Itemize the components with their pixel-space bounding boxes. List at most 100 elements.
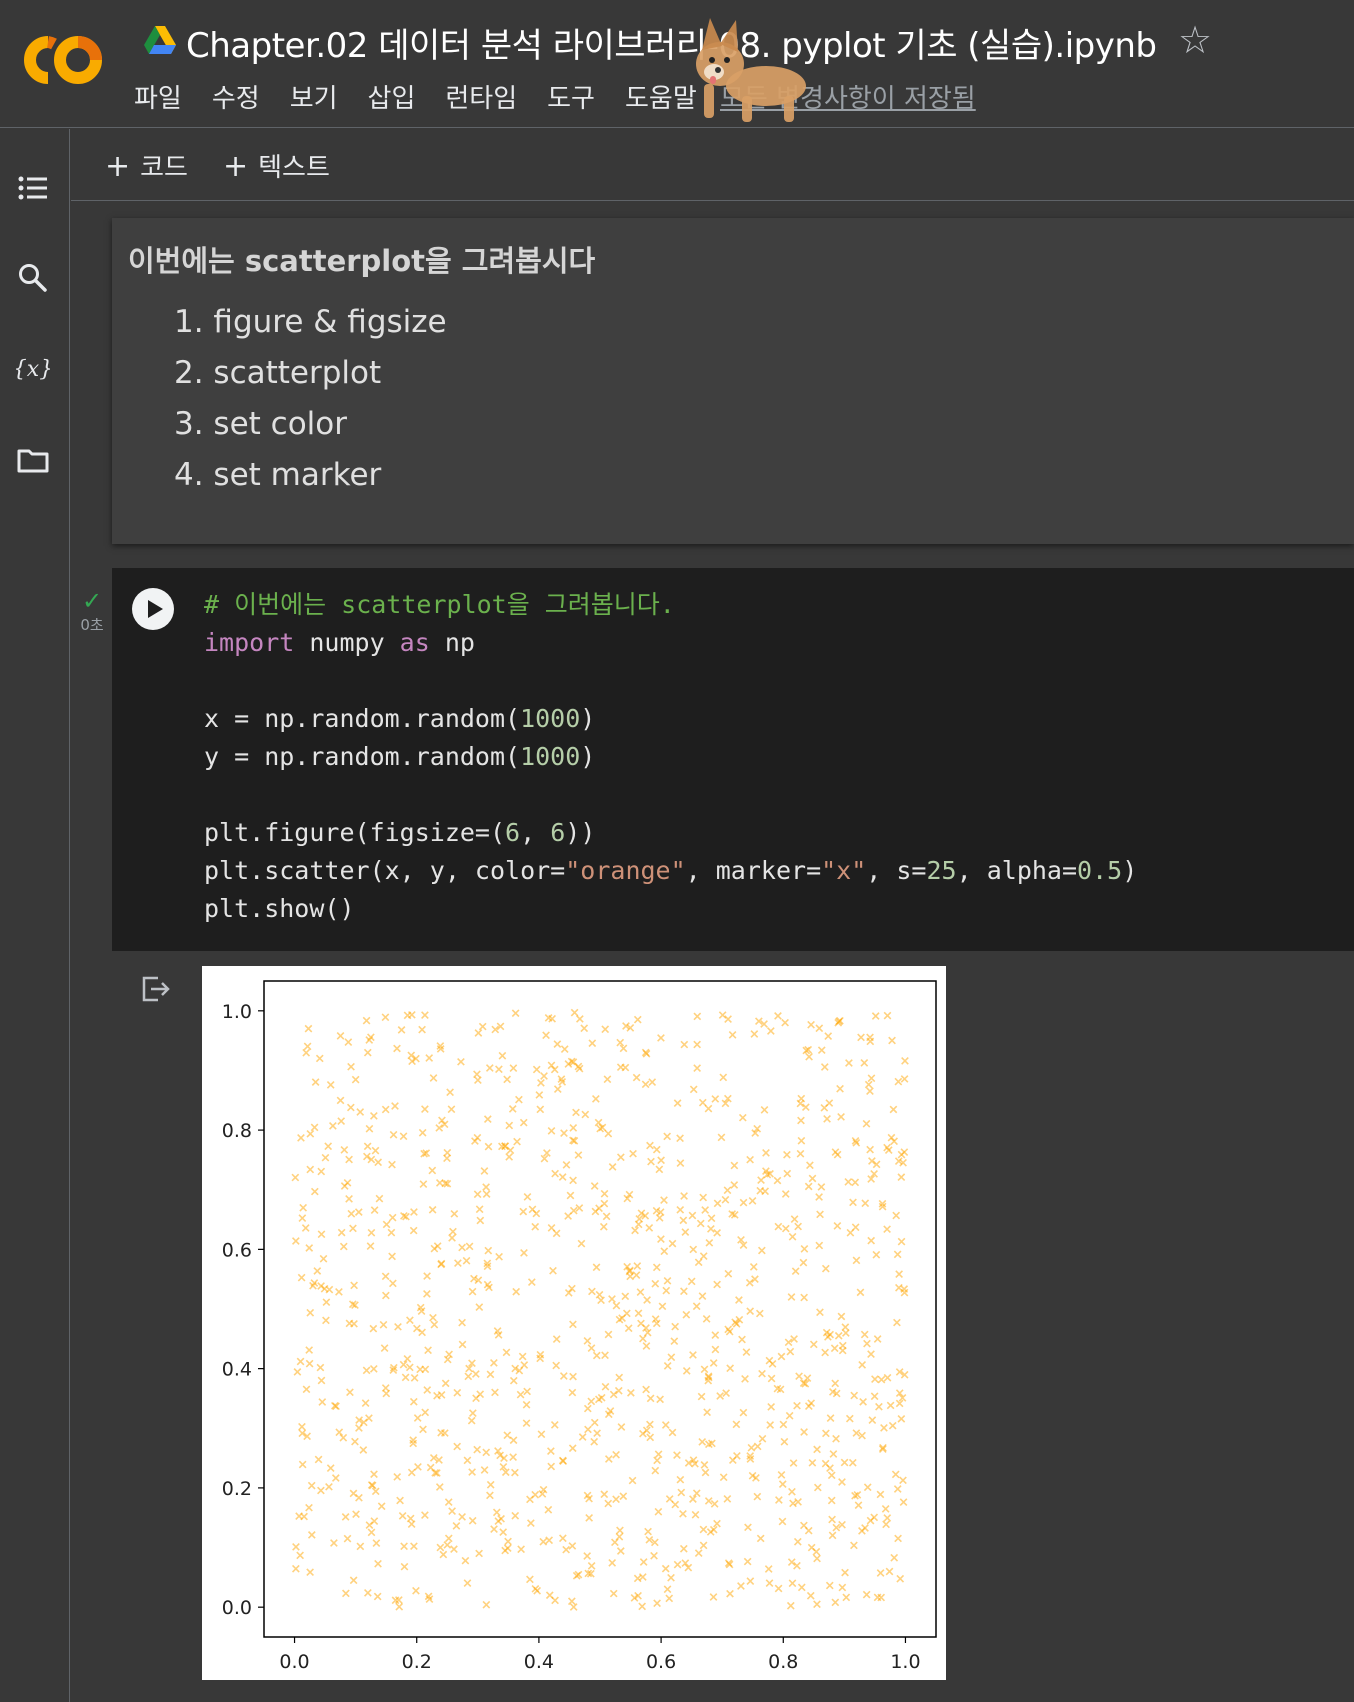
- scatter-point: [827, 1496, 836, 1505]
- cell-heading: 이번에는 scatterplot을 그려봅시다: [128, 244, 596, 278]
- scatter-point: [502, 1348, 511, 1357]
- scatter-point: [325, 1482, 333, 1491]
- menu-tools[interactable]: 도구: [547, 78, 595, 115]
- scatter-point: [335, 1287, 343, 1296]
- table-of-contents-icon[interactable]: [16, 171, 50, 205]
- scatter-point: [889, 1105, 898, 1114]
- scatter-point: [787, 1293, 796, 1301]
- scatter-point: [851, 1178, 860, 1187]
- scatter-point: [336, 1096, 345, 1105]
- scatter-point: [876, 1569, 885, 1577]
- scatter-point: [767, 1374, 776, 1383]
- scatter-point: [435, 1483, 444, 1491]
- google-drive-icon[interactable]: [144, 26, 176, 54]
- notebook-title[interactable]: Chapter.02 데이터 분석 라이브러리-08. pyplot 기초 (실…: [186, 18, 1157, 67]
- scatter-point: [660, 1247, 669, 1256]
- scatter-point: [813, 1445, 821, 1454]
- scatter-point: [612, 1495, 620, 1504]
- scatter-point: [650, 1551, 658, 1560]
- output-redirect-icon[interactable]: [138, 972, 172, 1006]
- variables-icon[interactable]: {x}: [16, 351, 50, 385]
- scatter-point: [651, 1279, 660, 1288]
- menu-insert[interactable]: 삽입: [368, 78, 416, 115]
- scatter-point: [349, 1224, 357, 1233]
- scatter-point: [797, 1116, 805, 1125]
- scatter-point: [895, 1270, 903, 1278]
- scatter-point: [517, 1545, 525, 1554]
- scatter-point: [807, 1399, 816, 1408]
- scatter-point: [749, 1263, 758, 1271]
- scatter-point: [632, 1271, 641, 1279]
- scatter-point: [505, 1153, 514, 1161]
- code-editor[interactable]: # 이번에는 scatterplot을 그려봅니다. import numpy a…: [204, 586, 1137, 928]
- scatter-point: [319, 1254, 328, 1263]
- scatter-point: [833, 1150, 842, 1159]
- run-cell-button[interactable]: [132, 588, 174, 630]
- scatter-point: [704, 1104, 713, 1113]
- scatter-point: [725, 1327, 734, 1336]
- folder-icon[interactable]: [16, 443, 50, 477]
- scatter-point: [296, 1551, 304, 1560]
- code-token: plt.show(): [204, 894, 355, 923]
- scatter-point: [850, 1541, 858, 1550]
- scatter-point: [698, 1438, 707, 1446]
- scatter-point: [823, 1115, 831, 1123]
- scatter-point: [600, 1490, 609, 1499]
- scatter-point: [381, 1272, 390, 1281]
- scatter-point: [447, 1105, 456, 1114]
- scatter-point: [777, 1470, 786, 1479]
- scatter-point: [306, 1308, 315, 1317]
- scatter-point: [877, 1375, 886, 1384]
- code-line: # 이번에는 scatterplot을 그려봅니다.: [204, 586, 1137, 624]
- scatter-point: [559, 1457, 568, 1465]
- scatter-point: [621, 1292, 630, 1301]
- colab-logo[interactable]: [18, 30, 108, 90]
- scatter-point: [491, 1388, 499, 1397]
- star-outline-icon[interactable]: ☆: [1178, 18, 1212, 62]
- scatter-point: [400, 1562, 409, 1571]
- menu-edit[interactable]: 수정: [212, 78, 260, 115]
- scatter-point: [413, 1414, 422, 1422]
- scatter-point: [682, 1367, 691, 1375]
- plus-icon: +: [105, 149, 131, 184]
- scatter-point: [897, 1414, 906, 1423]
- scatter-point: [403, 1355, 412, 1363]
- scatter-point: [815, 1241, 824, 1250]
- markdown-cell[interactable]: 이번에는 scatterplot을 그려봅시다 1. figure & figs…: [112, 218, 1354, 544]
- scatter-point: [652, 1263, 661, 1272]
- scatter-point: [673, 1099, 682, 1108]
- menu-view[interactable]: 보기: [290, 78, 338, 115]
- scatter-point: [567, 1597, 576, 1606]
- add-code-button[interactable]: + 코드: [105, 147, 188, 184]
- scatter-point: [883, 1514, 892, 1522]
- scatter-point: [880, 1423, 888, 1432]
- scatter-point: [351, 1075, 360, 1084]
- scatter-point: [638, 1602, 647, 1611]
- scatter-point: [552, 1361, 561, 1370]
- menu-file[interactable]: 파일: [134, 78, 182, 115]
- scatter-point: [568, 1388, 577, 1397]
- scatter-point: [511, 1468, 519, 1477]
- search-icon[interactable]: [16, 261, 50, 295]
- scatter-point: [651, 1466, 660, 1475]
- scatter-point: [699, 1252, 708, 1260]
- scatter-point: [673, 1451, 681, 1460]
- scatter-point: [463, 1579, 472, 1587]
- scatter-point: [667, 1573, 675, 1582]
- scatter-point: [718, 1011, 727, 1019]
- scatter-point: [648, 1078, 657, 1086]
- menu-runtime[interactable]: 런타임: [445, 78, 517, 115]
- scatter-point: [789, 1459, 798, 1467]
- scatter-point: [590, 1182, 599, 1190]
- scatter-point: [691, 1510, 700, 1519]
- scatter-point: [313, 1267, 322, 1275]
- scatter-point: [693, 1064, 702, 1072]
- scatter-point: [475, 1303, 484, 1312]
- add-text-button[interactable]: + 텍스트: [223, 147, 330, 184]
- code-token: ): [1122, 856, 1138, 885]
- code-token: , alpha=: [956, 856, 1078, 885]
- scatter-point: [850, 1391, 859, 1400]
- scatter-point: [558, 1534, 567, 1543]
- code-cell[interactable]: # 이번에는 scatterplot을 그려봅니다. import numpy a…: [112, 568, 1354, 951]
- scatter-point: [741, 1374, 749, 1383]
